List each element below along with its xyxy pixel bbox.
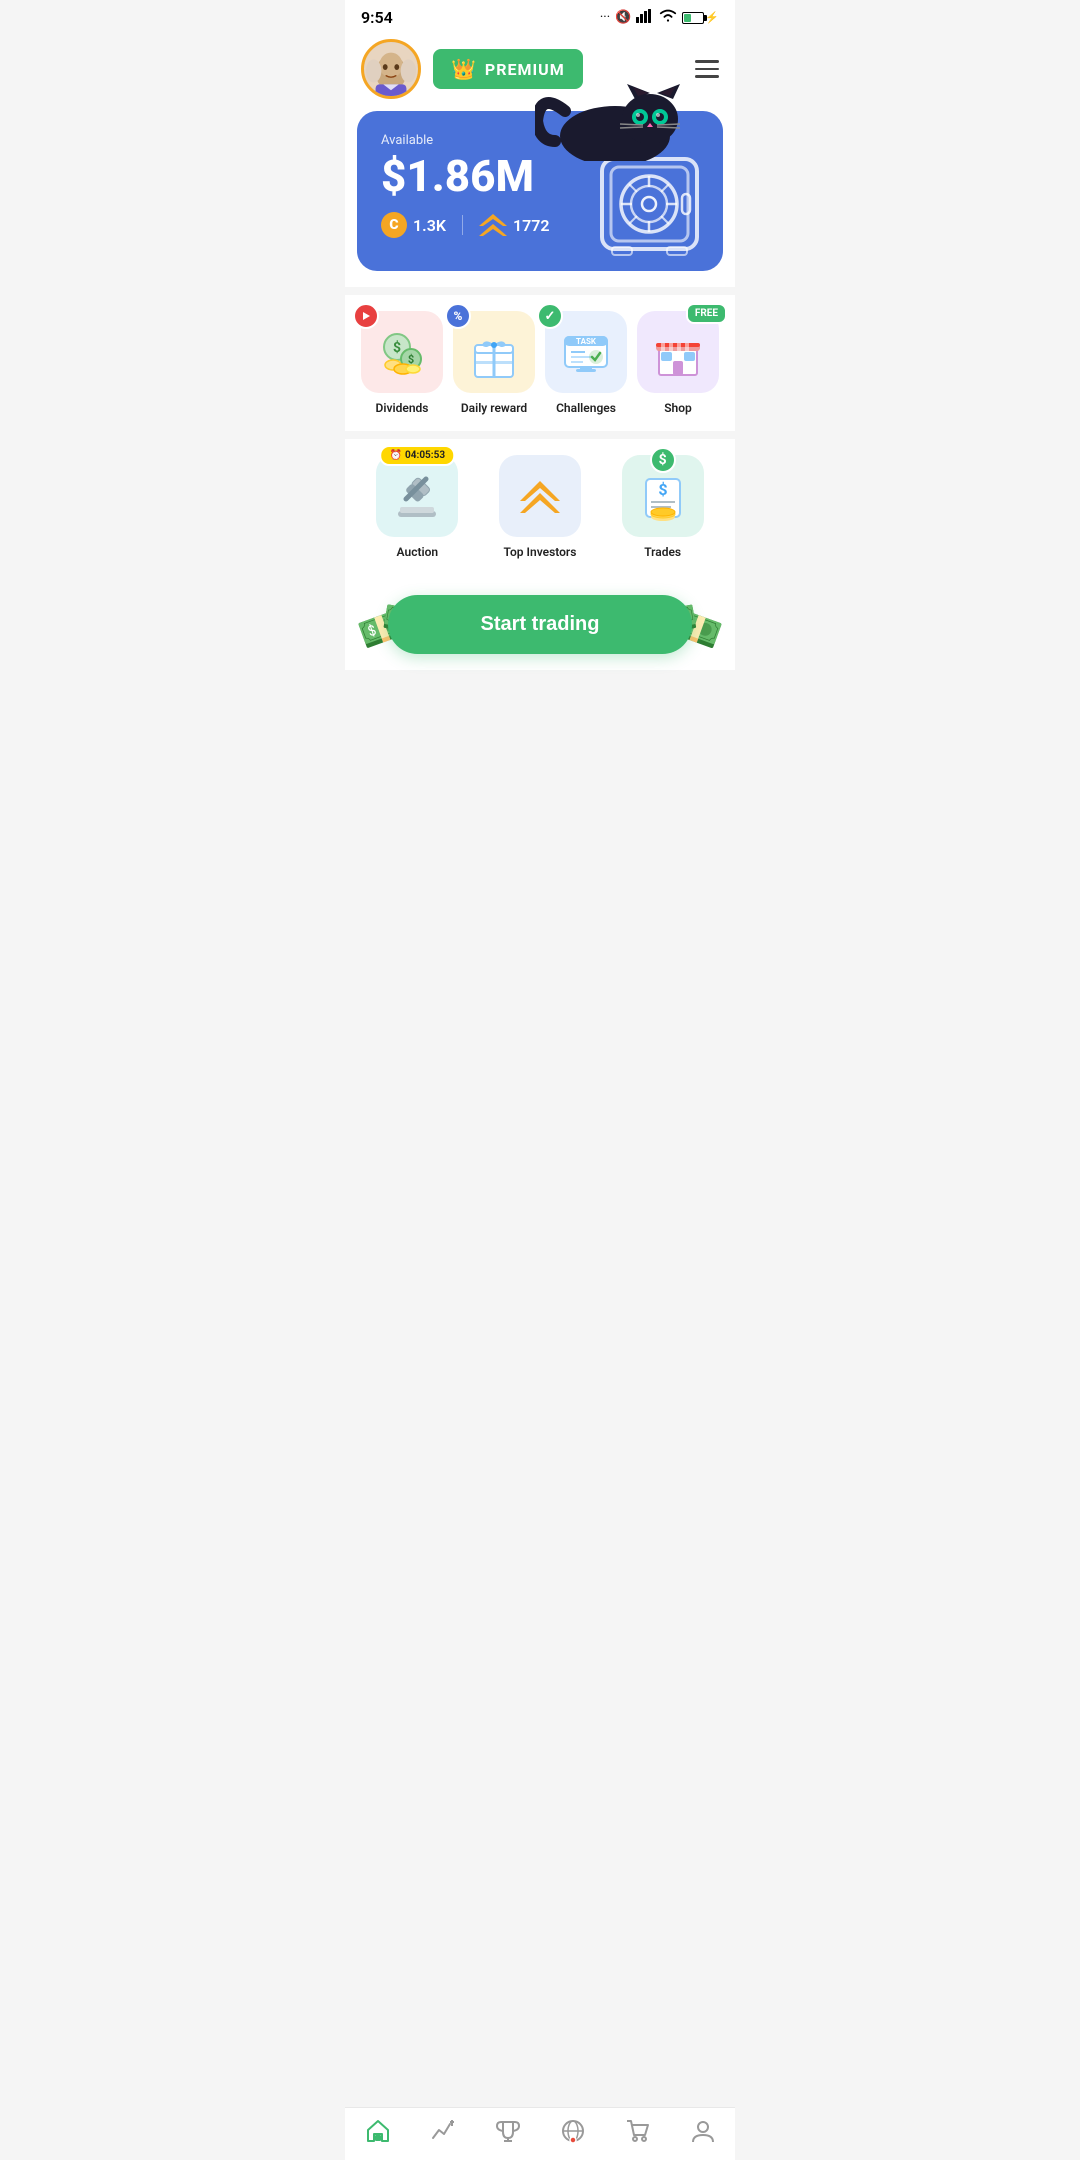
- battery-icon: ⚡: [682, 11, 719, 24]
- nav-home[interactable]: [365, 2118, 391, 2144]
- daily-reward-card[interactable]: % Daily reward: [453, 311, 535, 415]
- challenges-card[interactable]: ✓ TASK Challenges: [545, 311, 627, 415]
- auction-icon: [390, 469, 444, 523]
- hamburger-line-2: [695, 68, 719, 71]
- profile-icon: [690, 2118, 716, 2144]
- dividends-icon-box: $ $: [361, 311, 443, 393]
- svg-text:$: $: [408, 353, 414, 366]
- daily-reward-icon: [467, 325, 521, 379]
- auction-icon-box: ⏰ 04:05:53: [376, 455, 458, 537]
- trades-label: Trades: [644, 545, 681, 559]
- mute-icon: 🔇: [615, 10, 631, 25]
- svg-text:TASK: TASK: [576, 337, 597, 346]
- trophy-icon: [495, 2118, 521, 2144]
- shop-card[interactable]: FREE: [637, 311, 719, 415]
- nav-cart[interactable]: [625, 2118, 651, 2144]
- trades-card[interactable]: $ $ Trades: [606, 455, 719, 559]
- trades-icon: $: [636, 469, 690, 523]
- timer-value: 04:05:53: [405, 450, 445, 461]
- coins-value: 1.3K: [413, 216, 446, 235]
- svg-text:$: $: [393, 339, 401, 356]
- signal-dots-icon: ···: [600, 10, 610, 25]
- bottom-nav: [345, 2107, 735, 2160]
- grid-3-items: ⏰ 04:05:53 Auction: [361, 455, 719, 559]
- avatar-image: [364, 42, 418, 96]
- dividends-play-badge: [353, 303, 379, 329]
- cart-icon: [625, 2118, 651, 2144]
- trading-section: 💵 💵 💵 💵 Start trading: [345, 575, 735, 670]
- hamburger-menu[interactable]: [695, 60, 719, 78]
- shop-label: Shop: [664, 401, 692, 415]
- top-investors-card[interactable]: Top Investors: [484, 455, 597, 559]
- auction-card[interactable]: ⏰ 04:05:53 Auction: [361, 455, 474, 559]
- home-icon: [365, 2118, 391, 2144]
- auction-timer-badge: ⏰ 04:05:53: [380, 445, 456, 466]
- top-investors-label: Top Investors: [504, 545, 577, 559]
- shop-free-badge: FREE: [686, 303, 727, 324]
- dividends-card[interactable]: $ $ Dividends: [361, 311, 443, 415]
- avatar[interactable]: [361, 39, 421, 99]
- wifi-icon: [659, 9, 677, 27]
- status-bar: 9:54 ··· 🔇 ⚡: [345, 0, 735, 31]
- chart-icon: [430, 2118, 456, 2144]
- daily-reward-icon-box: %: [453, 311, 535, 393]
- trades-dollar-badge: $: [650, 447, 676, 473]
- challenges-icon-box: ✓ TASK: [545, 311, 627, 393]
- grid-4-items: $ $ Dividends %: [361, 311, 719, 415]
- daily-reward-label: Daily reward: [461, 401, 527, 415]
- nav-globe[interactable]: [560, 2118, 586, 2144]
- rank-value: 1772: [513, 216, 550, 235]
- dividends-label: Dividends: [376, 401, 429, 415]
- shop-icon: [651, 325, 705, 379]
- balance-section: Available $1.86M C 1.3K 1772: [345, 111, 735, 287]
- start-trading-button[interactable]: Start trading: [388, 595, 692, 654]
- challenges-check-badge: ✓: [537, 303, 563, 329]
- hamburger-line-3: [695, 75, 719, 78]
- coin-icon: C: [381, 212, 407, 238]
- nav-spacer: [345, 870, 735, 950]
- challenges-label: Challenges: [556, 401, 616, 415]
- challenges-icon: TASK: [559, 325, 613, 379]
- top-investors-icon: [513, 469, 567, 523]
- nav-chart[interactable]: [430, 2118, 456, 2144]
- daily-reward-badge: %: [445, 303, 471, 329]
- first-grid-section: $ $ Dividends %: [345, 295, 735, 431]
- crown-icon: 👑: [451, 57, 477, 81]
- rank-chevron-icon: [479, 214, 507, 236]
- status-time: 9:54: [361, 8, 393, 27]
- nav-trophy[interactable]: [495, 2118, 521, 2144]
- status-icons: ··· 🔇 ⚡: [600, 9, 719, 27]
- coins-stat: C 1.3K: [381, 212, 446, 238]
- top-investors-icon-box: [499, 455, 581, 537]
- trades-icon-box: $ $: [622, 455, 704, 537]
- timer-clock-icon: ⏰: [390, 450, 402, 461]
- shop-icon-box: FREE: [637, 311, 719, 393]
- premium-label: PREMIUM: [485, 60, 565, 79]
- cellular-icon: [636, 9, 654, 27]
- empty-content-area: [345, 670, 735, 870]
- globe-icon: [560, 2118, 586, 2144]
- rank-stat: 1772: [479, 214, 550, 236]
- second-grid-section: ⏰ 04:05:53 Auction: [345, 439, 735, 575]
- battery-bolt-icon: ⚡: [705, 11, 719, 24]
- nav-profile[interactable]: [690, 2118, 716, 2144]
- hamburger-line-1: [695, 60, 719, 63]
- cat-decoration: [535, 81, 695, 174]
- dividends-icon: $ $: [375, 325, 429, 379]
- auction-label: Auction: [397, 545, 439, 559]
- svg-text:$: $: [658, 480, 667, 499]
- stat-divider: [462, 215, 463, 235]
